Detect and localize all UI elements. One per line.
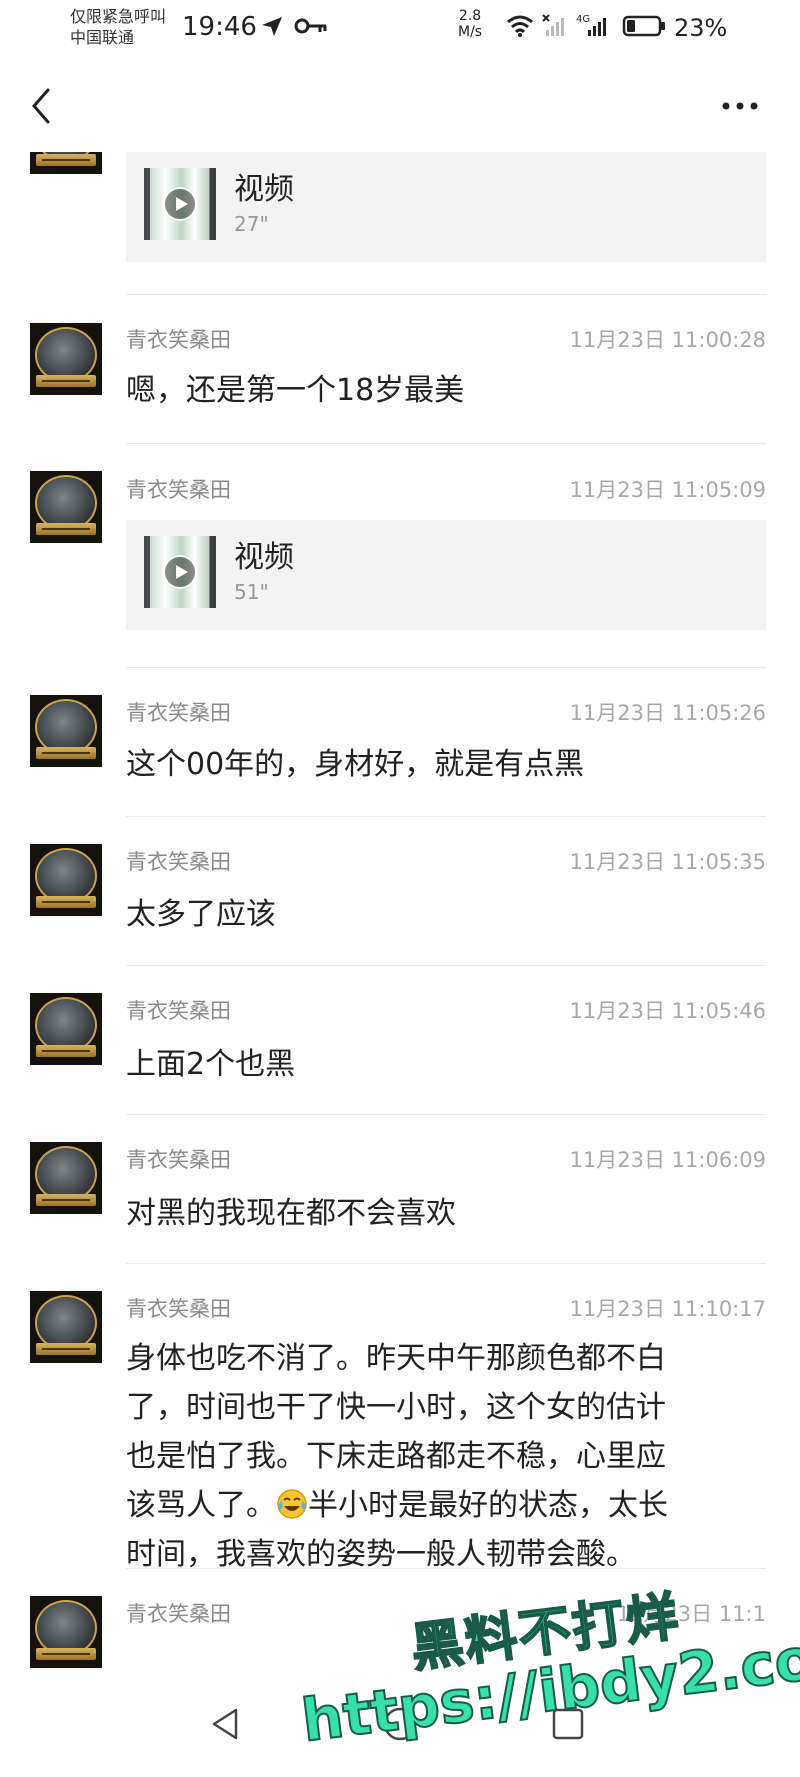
sender-name: 青衣笑桑田 (126, 701, 231, 725)
video-title: 视频 (234, 540, 294, 575)
message-line-prefix: 该骂人了。 (126, 1488, 276, 1523)
video-card[interactable]: 视频 51" (126, 520, 766, 630)
carrier-info: 仅限紧急呼叫 中国联通 (70, 6, 166, 48)
avatar[interactable] (30, 993, 102, 1065)
signal-icon (542, 14, 564, 36)
avatar[interactable] (30, 1142, 102, 1214)
status-bar: 仅限紧急呼叫 中国联通 19:46 2.8 M/s 4G 23% (0, 0, 800, 62)
circle-home-icon[interactable] (380, 1704, 420, 1744)
more-options-button[interactable] (718, 88, 762, 124)
square-recent-icon[interactable] (548, 1704, 588, 1744)
status-clock: 19:46 (182, 12, 257, 42)
system-nav-bar (0, 1672, 800, 1777)
message-line: 该骂人了。 半小时是最好的状态，太长 (126, 1481, 766, 1530)
sender-name: 青衣笑桑田 (126, 850, 231, 874)
send-icon (262, 17, 282, 36)
signal-4g-icon: 4G (576, 14, 606, 36)
message-text: 上面2个也黑 (126, 1047, 296, 1082)
video-title: 视频 (234, 172, 294, 207)
sender-name: 青衣笑桑田 (126, 1602, 231, 1626)
svg-text:4G: 4G (576, 14, 590, 25)
key-icon (294, 18, 327, 34)
divider (126, 1263, 766, 1264)
message-line: 时间，我喜欢的姿势一般人韧带会酸。 (126, 1537, 636, 1572)
nav-bar (0, 70, 800, 140)
sender-name: 青衣笑桑田 (126, 999, 231, 1023)
message-feed[interactable]: 视频 27" 青衣笑桑田 11月23日 11:00:28 嗯，还是第一个18岁最… (0, 152, 800, 1672)
net-speed-unit: M/s (458, 24, 483, 40)
sender-name: 青衣笑桑田 (126, 1297, 231, 1321)
message-timestamp: 11月23日 11:05:09 (569, 478, 766, 502)
message-timestamp: 11月23日 11:05:26 (569, 701, 766, 725)
avatar[interactable] (30, 1291, 102, 1363)
message-timestamp: 11月23日 11:06:09 (569, 1148, 766, 1172)
message-timestamp: 11月23日 11:1 (616, 1602, 766, 1626)
chevron-left-icon (32, 88, 50, 124)
message-text: 太多了应该 (126, 897, 276, 932)
message-timestamp: 11月23日 11:05:35 (569, 850, 766, 874)
back-button[interactable] (22, 84, 62, 128)
message-timestamp: 11月23日 11:05:46 (569, 999, 766, 1023)
message-text: 这个00年的，身材好，就是有点黑 (126, 747, 585, 782)
divider (126, 965, 766, 966)
message-text: 身体也吃不消了。昨天中午那颜色都不白 了，时间也干了快一小时，这个女的估计 也是… (126, 1334, 766, 1579)
avatar[interactable] (30, 695, 102, 767)
video-duration: 51" (234, 580, 269, 604)
message-line: 了，时间也干了快一小时，这个女的估计 (126, 1390, 666, 1425)
sender-name: 青衣笑桑田 (126, 478, 231, 502)
divider (126, 1568, 766, 1569)
net-speed-value: 2.8 (458, 8, 482, 24)
video-card[interactable]: 视频 27" (126, 152, 766, 262)
battery-icon (622, 15, 665, 37)
video-duration: 27" (234, 212, 269, 236)
avatar[interactable] (30, 471, 102, 543)
carrier-line-1: 仅限紧急呼叫 (70, 7, 167, 26)
sender-name: 青衣笑桑田 (126, 328, 231, 352)
play-icon (163, 187, 197, 221)
wifi-icon (507, 15, 533, 37)
divider (126, 816, 766, 817)
video-thumbnail (144, 536, 216, 608)
carrier-line-2: 中国联通 (70, 28, 135, 47)
battery-percent: 23% (674, 14, 728, 42)
message-line: 身体也吃不消了。昨天中午那颜色都不白 (126, 1341, 666, 1376)
message-line: 也是怕了我。下床走路都走不稳，心里应 (126, 1439, 666, 1474)
triangle-back-icon[interactable] (206, 1704, 246, 1744)
message-timestamp: 11月23日 11:10:17 (569, 1297, 766, 1321)
sender-name: 青衣笑桑田 (126, 1148, 231, 1172)
avatar[interactable] (30, 323, 102, 395)
message-line-suffix: 半小时是最好的状态，太长 (308, 1488, 668, 1523)
more-horizontal-icon (722, 102, 758, 110)
net-speed: 2.8 M/s (458, 8, 482, 40)
play-icon (163, 555, 197, 589)
divider (126, 443, 766, 444)
avatar[interactable] (30, 152, 102, 174)
message-text: 嗯，还是第一个18岁最美 (126, 373, 465, 408)
message-timestamp: 11月23日 11:00:28 (569, 328, 766, 352)
crying-laughing-emoji-icon (277, 1489, 307, 1519)
divider (126, 294, 766, 295)
avatar[interactable] (30, 844, 102, 916)
message-text: 对黑的我现在都不会喜欢 (126, 1196, 456, 1231)
divider (126, 667, 766, 668)
avatar[interactable] (30, 1596, 102, 1668)
divider (126, 1114, 766, 1115)
video-thumbnail (144, 168, 216, 240)
